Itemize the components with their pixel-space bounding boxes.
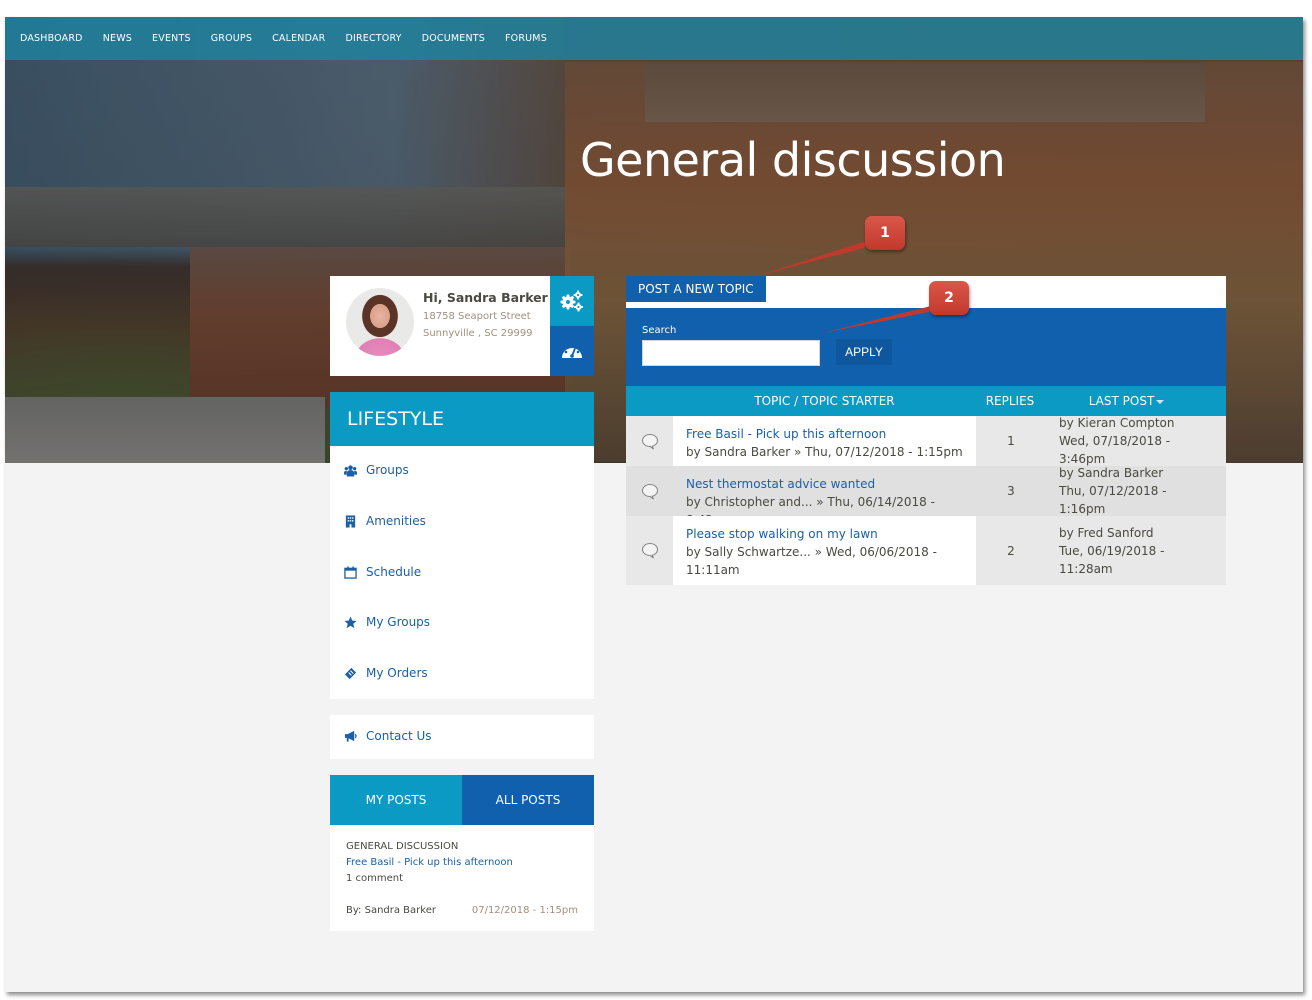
search-label: Search	[642, 325, 677, 336]
last-post-author: by Kieran Compton	[1059, 416, 1175, 430]
post-new-topic-button[interactable]: POST A NEW TOPIC	[626, 276, 766, 302]
star-icon	[344, 615, 357, 628]
profile-address-line2: Sunnyville , SC 29999	[423, 328, 533, 339]
settings-button[interactable]	[550, 276, 594, 326]
nav-documents[interactable]: DOCUMENTS	[422, 33, 485, 44]
post-author: By: Sandra Barker	[346, 905, 436, 916]
calendar-icon	[344, 565, 357, 579]
nav-news[interactable]: NEWS	[103, 33, 132, 44]
browser-page: DASHBOARD NEWS EVENTS GROUPS CALENDAR DI…	[5, 17, 1303, 992]
comment-bubble-icon	[641, 542, 658, 559]
sort-caret-icon	[1156, 399, 1165, 404]
menu-item-schedule[interactable]: Schedule	[344, 565, 421, 579]
post-date: 07/12/2018 - 1:15pm	[471, 905, 578, 916]
callout-badge-2: 2	[929, 281, 969, 315]
nav-groups[interactable]: GROUPS	[211, 33, 252, 44]
avatar	[346, 288, 414, 356]
building-icon	[345, 514, 356, 528]
callout-badge-1: 1	[865, 216, 905, 250]
menu-label-my-groups: My Groups	[366, 615, 431, 629]
last-post-author: by Fred Sanford	[1059, 525, 1154, 540]
post-forum-name: GENERAL DISCUSSION	[346, 841, 459, 852]
page-title: General discussion	[580, 133, 1006, 187]
last-post-author: by Sandra Barker	[1059, 466, 1164, 480]
column-last-post-label: LAST POST	[1088, 394, 1155, 408]
nav-dashboard[interactable]: DASHBOARD	[20, 33, 83, 44]
recent-post: GENERAL DISCUSSION Free Basil - Pick up …	[330, 825, 594, 931]
contact-panel: Contact Us	[330, 715, 594, 759]
forum-actions-bar: POST A NEW TOPIC	[626, 276, 1226, 308]
menu-label-schedule: Schedule	[366, 565, 422, 579]
search-panel: Search APPLY	[626, 308, 1226, 386]
nav-forums[interactable]: FORUMS	[505, 33, 547, 44]
bullhorn-icon	[344, 730, 357, 742]
topic-replies: 2	[976, 516, 1046, 585]
menu-item-amenities[interactable]: Amenities	[344, 514, 426, 528]
column-topic: TOPIC / TOPIC STARTER	[754, 394, 895, 408]
lifestyle-heading: LIFESTYLE	[330, 392, 594, 446]
table-header: TOPIC / TOPIC STARTER REPLIES LAST POST	[626, 386, 1226, 416]
last-post-date: Wed, 07/18/2018 - 3:46pm	[1059, 434, 1171, 466]
topic-starter: by Sandra Barker » Thu, 07/12/2018 - 1:1…	[686, 445, 963, 459]
nav-calendar[interactable]: CALENDAR	[272, 33, 325, 44]
menu-label-groups: Groups	[366, 463, 409, 477]
nav-directory[interactable]: DIRECTORY	[345, 33, 401, 44]
comment-bubble-icon	[641, 483, 658, 499]
profile-card: Hi, Sandra Barker 18758 Seaport Street S…	[330, 276, 594, 376]
topic-title-link[interactable]: Nest thermostat advice wanted	[686, 475, 963, 493]
menu-item-contact-us[interactable]: Contact Us	[344, 729, 432, 743]
lifestyle-menu: Groups Amenities Schedule My Groups My O…	[330, 446, 594, 699]
search-input[interactable]	[642, 340, 820, 366]
table-row: Free Basil - Pick up this afternoon by S…	[626, 416, 1226, 466]
menu-item-groups[interactable]: Groups	[344, 463, 409, 477]
tab-all-posts[interactable]: ALL POSTS	[462, 775, 594, 825]
profile-greeting: Hi, Sandra Barker	[423, 290, 548, 305]
posts-tabs: MY POSTS ALL POSTS	[330, 775, 594, 825]
tab-my-posts[interactable]: MY POSTS	[330, 775, 462, 825]
comment-bubble-icon	[641, 433, 658, 449]
last-post-date: Tue, 06/19/2018 - 11:28am	[1059, 543, 1165, 576]
nav-events[interactable]: EVENTS	[152, 33, 191, 44]
column-replies: REPLIES	[985, 394, 1035, 408]
menu-label-contact-us: Contact Us	[366, 729, 432, 743]
top-navigation: DASHBOARD NEWS EVENTS GROUPS CALENDAR DI…	[5, 17, 1303, 60]
topic-starter: by Sally Schwartze... » Wed, 06/06/2018 …	[686, 545, 937, 577]
last-post-date: Thu, 07/12/2018 - 1:16pm	[1059, 484, 1167, 516]
post-title-link[interactable]: Free Basil - Pick up this afternoon	[346, 855, 578, 871]
post-comment-count: 1 comment	[346, 873, 404, 884]
menu-item-my-groups[interactable]: My Groups	[344, 615, 430, 629]
topics-table: TOPIC / TOPIC STARTER REPLIES LAST POST …	[626, 386, 1226, 585]
menu-label-my-orders: My Orders	[366, 666, 428, 680]
topic-title-link[interactable]: Please stop walking on my lawn	[686, 525, 963, 543]
dashboard-gauge-icon	[562, 344, 582, 358]
ticket-icon	[344, 667, 357, 679]
users-icon	[344, 464, 357, 477]
table-row: Nest thermostat advice wanted by Christo…	[626, 466, 1226, 527]
menu-item-my-orders[interactable]: My Orders	[344, 666, 428, 680]
topic-replies: 3	[976, 466, 1046, 516]
column-last-post[interactable]: LAST POST	[1045, 394, 1226, 408]
menu-label-amenities: Amenities	[366, 514, 426, 528]
gears-icon	[560, 290, 583, 312]
profile-address-line1: 18758 Seaport Street	[423, 311, 531, 322]
apply-button[interactable]: APPLY	[836, 339, 892, 365]
table-row: Please stop walking on my lawn by Sally …	[626, 516, 1226, 585]
topic-replies: 1	[976, 416, 1046, 466]
topic-title-link[interactable]: Free Basil - Pick up this afternoon	[686, 425, 963, 443]
dashboard-button[interactable]	[550, 326, 594, 376]
